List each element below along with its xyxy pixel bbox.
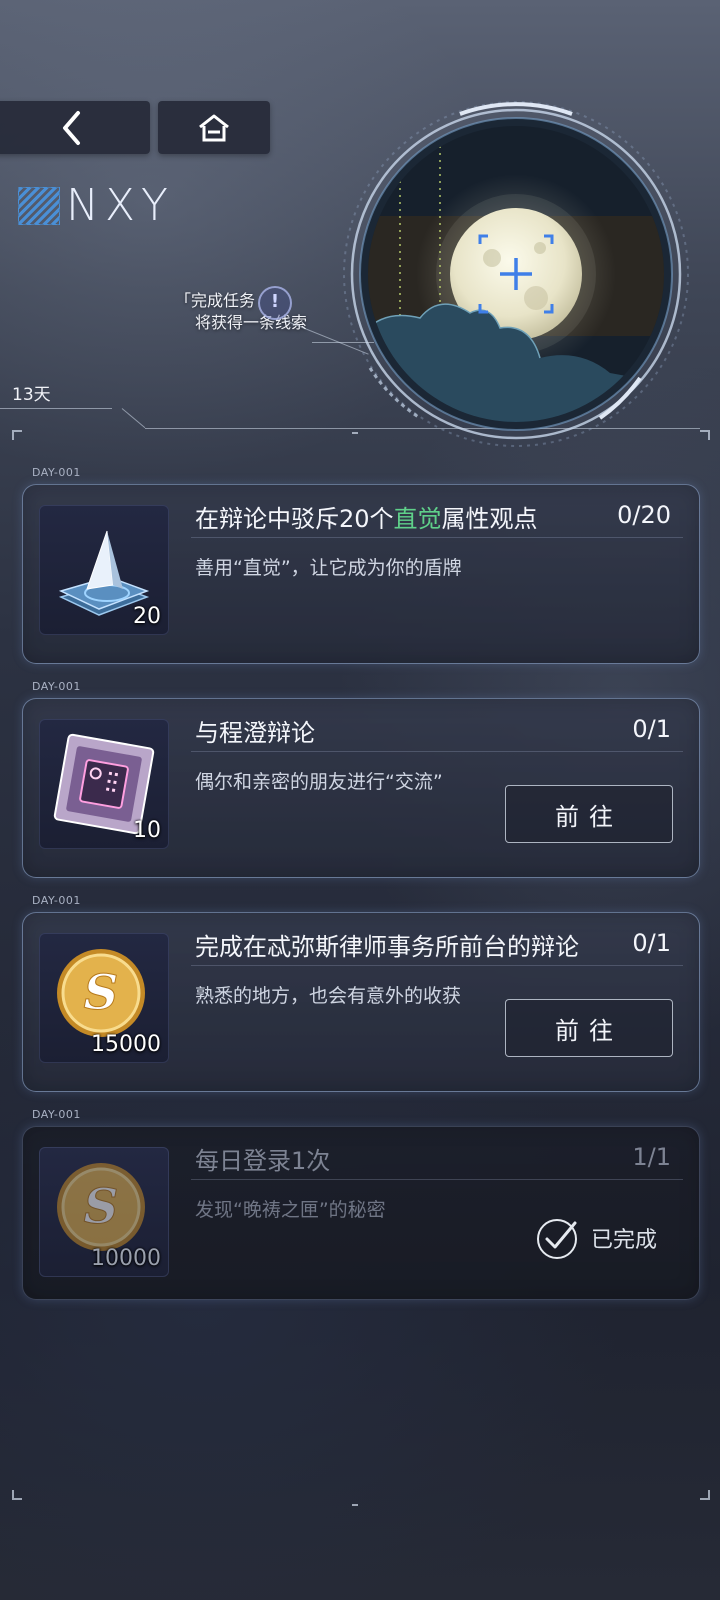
task-progress: 1/1	[632, 1143, 671, 1171]
reward-thumb: S 15000	[39, 933, 169, 1063]
days-line	[0, 408, 112, 409]
frame-corner	[12, 430, 22, 440]
task-title-highlight: 直觉	[393, 505, 442, 533]
task-card: S 15000 完成在忒弥斯律师事务所前台的辩论 0/1 熟悉的地方，也会有意外…	[22, 912, 700, 1092]
check-circle-icon	[536, 1219, 577, 1259]
svg-text:S: S	[84, 1179, 119, 1235]
reward-quantity: 10	[133, 818, 161, 843]
back-button[interactable]	[0, 101, 150, 154]
days-remaining: 13天	[12, 385, 51, 405]
card-separator	[191, 965, 683, 966]
reward-thumb: 10	[39, 719, 169, 849]
task-description: 发现“晚祷之匣”的秘密	[195, 1199, 386, 1221]
task-progress: 0/1	[632, 715, 671, 743]
day-tag: DAY-001	[32, 466, 81, 479]
frame-corner	[700, 430, 710, 440]
task-title-part: 在辩论中驳斥20个	[195, 505, 394, 533]
day-tag: DAY-001	[32, 894, 81, 907]
card-separator	[191, 537, 683, 538]
logo-text: NXY	[66, 180, 174, 231]
reward-quantity: 10000	[91, 1246, 161, 1271]
task-progress: 0/1	[632, 929, 671, 957]
frame-corner	[12, 1490, 22, 1500]
day-tag: DAY-001	[32, 680, 81, 693]
task-description: 善用“直觉”，让它成为你的盾牌	[195, 557, 462, 579]
brand-logo: NXY	[18, 180, 174, 231]
task-card-completed: S 10000 每日登录1次 1/1 发现“晚祷之匣”的秘密 已完成	[22, 1126, 700, 1300]
task-title: 与程澄辩论	[195, 719, 315, 747]
frame-corner	[700, 1490, 710, 1500]
card-separator	[191, 1179, 683, 1180]
card-separator	[191, 751, 683, 752]
completed-badge: 已完成	[535, 1215, 657, 1261]
logo-stripes-icon	[18, 187, 60, 225]
home-button[interactable]	[158, 101, 270, 154]
task-card: 10 与程澄辩论 0/1 偶尔和亲密的朋友进行“交流” 前往	[22, 698, 700, 878]
frame-tick	[352, 432, 358, 442]
task-card: 20 在辩论中驳斥20个直觉属性观点 0/20 善用“直觉”，让它成为你的盾牌	[22, 484, 700, 664]
clue-hint-line2: 将获得一条线索	[195, 313, 308, 332]
day-tag: DAY-001	[32, 1108, 81, 1121]
task-description: 熟悉的地方，也会有意外的收获	[195, 985, 462, 1007]
go-button[interactable]: 前往	[505, 999, 673, 1057]
task-title: 完成在忒弥斯律师事务所前台的辩论	[195, 933, 579, 961]
home-icon	[199, 114, 229, 141]
reward-thumb: 20	[39, 505, 169, 635]
go-button[interactable]: 前往	[505, 785, 673, 843]
frame-tick	[352, 1496, 358, 1506]
svg-text:S: S	[84, 965, 119, 1021]
reward-thumb: S 10000	[39, 1147, 169, 1277]
chevron-left-icon	[63, 110, 80, 145]
exclamation-marker-icon: !	[258, 286, 292, 320]
completed-label: 已完成	[590, 1228, 657, 1253]
reward-quantity: 15000	[91, 1032, 161, 1057]
task-title: 每日登录1次	[195, 1147, 331, 1175]
task-progress: 0/20	[617, 501, 671, 529]
days-line-bend	[121, 408, 146, 429]
task-description: 偶尔和亲密的朋友进行“交流”	[195, 771, 443, 793]
reward-quantity: 20	[133, 604, 161, 629]
task-title: 在辩论中驳斥20个直觉属性观点	[195, 499, 538, 534]
dial-leader-line	[312, 342, 374, 343]
task-title-part: 属性观点	[441, 505, 538, 533]
moon-dial	[343, 101, 689, 447]
